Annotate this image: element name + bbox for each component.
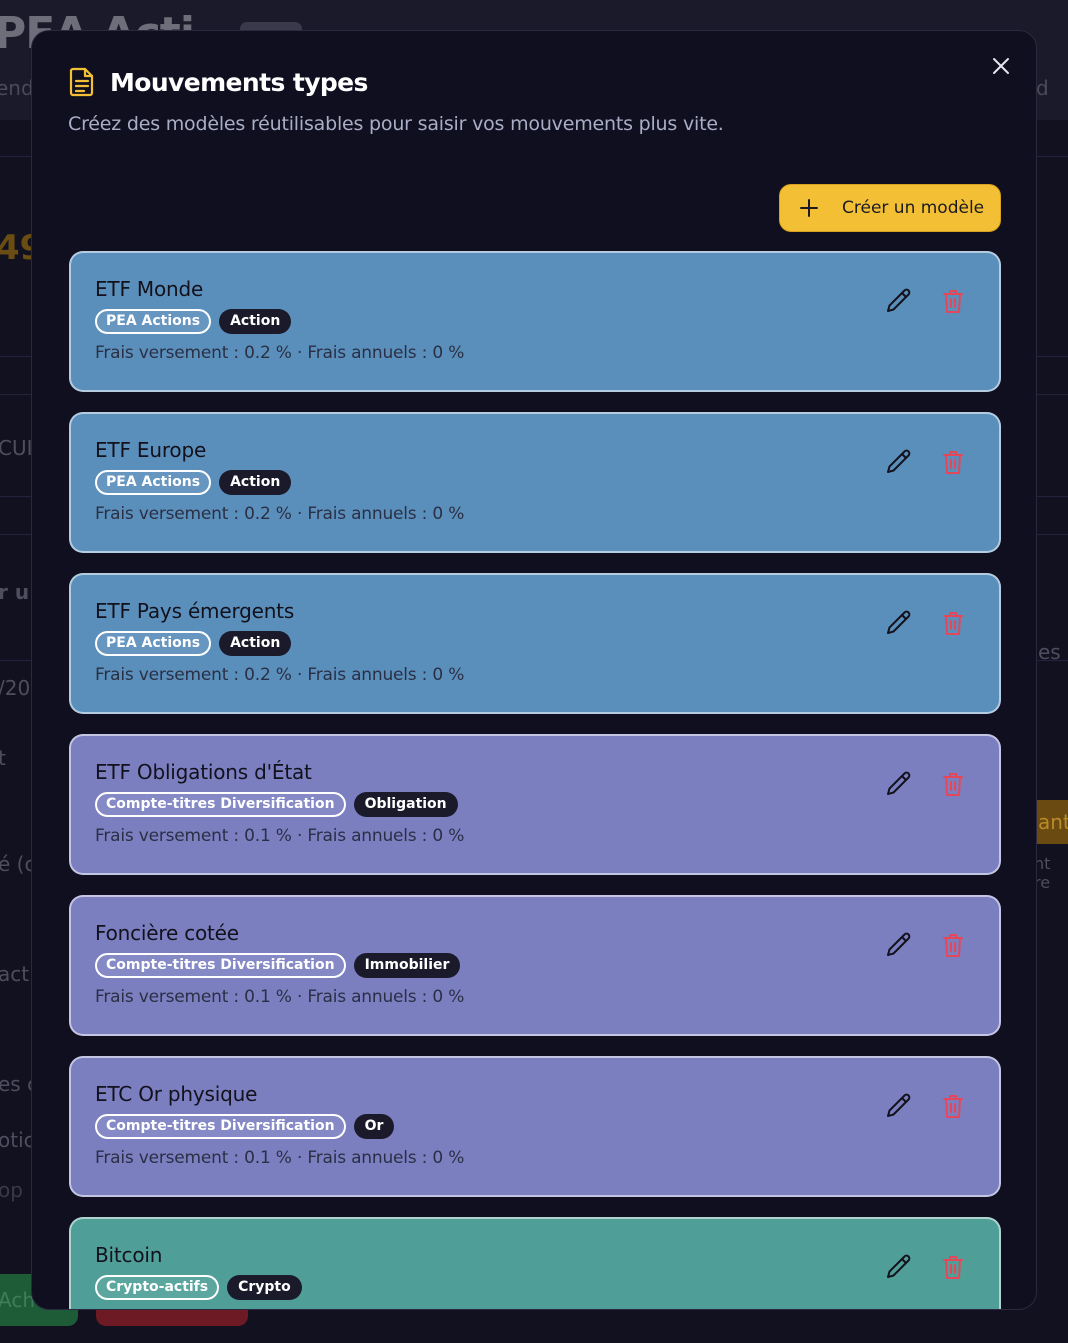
trash-icon [943,934,963,957]
template-fees: Frais versement : 0.2 % · Frais annuels … [95,665,465,685]
template-badges: Crypto-actifs Crypto [95,1275,975,1300]
pencil-icon [887,449,911,473]
template-badges: PEA Actions Action [95,631,975,656]
asset-class-badge: Immobilier [353,953,461,978]
modal-header: Mouvements types Créez des modèles réuti… [68,67,1000,136]
asset-class-badge: Obligation [353,792,458,817]
edit-button[interactable] [885,931,913,959]
account-badge: PEA Actions [95,470,212,495]
template-card: Foncière cotée Compte-titres Diversifica… [69,895,1001,1036]
background-fragment: nt re [1034,854,1051,892]
template-badges: Compte-titres Diversification Obligation [95,792,975,817]
edit-button[interactable] [885,287,913,315]
pencil-icon [887,1254,911,1278]
template-badges: Compte-titres Diversification Immobilier [95,953,975,978]
template-name: ETC Or physique [95,1082,258,1106]
trash-icon [943,1256,963,1279]
asset-class-badge: Or [353,1114,395,1139]
document-icon [68,67,96,97]
template-badges: PEA Actions Action [95,309,975,334]
account-badge: PEA Actions [95,309,212,334]
template-card: Bitcoin Crypto-actifs Crypto [69,1217,1001,1309]
background-fragment: r u [0,580,30,604]
create-template-button[interactable]: Créer un modèle [779,184,1001,232]
template-badges: Compte-titres Diversification Or [95,1114,975,1139]
trash-icon [943,773,963,796]
delete-button[interactable] [941,287,965,315]
background-subtitle: end [0,76,34,100]
delete-button[interactable] [941,448,965,476]
templates-modal: Mouvements types Créez des modèles réuti… [31,30,1037,1310]
edit-button[interactable] [885,1092,913,1120]
account-badge: Crypto-actifs [95,1275,220,1300]
asset-class-badge: Crypto [227,1275,302,1300]
edit-button[interactable] [885,448,913,476]
background-fragment: es [1038,640,1061,664]
edit-button[interactable] [885,770,913,798]
account-badge: PEA Actions [95,631,212,656]
background-subtitle-right: d [1036,76,1049,100]
template-card: ETF Monde PEA Actions Action Frais verse… [69,251,1001,392]
plus-icon [798,197,820,219]
background-fragment: otic [0,1128,35,1152]
trash-icon [943,451,963,474]
modal-title: Mouvements types [110,67,368,97]
asset-class-badge: Action [219,631,292,656]
template-fees: Frais versement : 0.1 % · Frais annuels … [95,987,465,1007]
background-fragment: ant [1038,810,1068,834]
trash-icon [943,290,963,313]
pencil-icon [887,288,911,312]
pencil-icon [887,1093,911,1117]
delete-button[interactable] [941,609,965,637]
pencil-icon [887,932,911,956]
asset-class-badge: Action [219,470,292,495]
template-name: ETF Europe [95,438,207,462]
template-name: ETF Pays émergents [95,599,295,623]
delete-button[interactable] [941,1253,965,1281]
edit-button[interactable] [885,609,913,637]
background-fragment: t [0,746,6,770]
template-name: Foncière cotée [95,921,239,945]
modal-title-row: Mouvements types [68,67,1000,97]
delete-button[interactable] [941,931,965,959]
account-badge: Compte-titres Diversification [95,792,346,817]
background-fragment: /20 [0,676,31,700]
delete-button[interactable] [941,1092,965,1120]
background-fragment: CUI [0,436,33,460]
close-button[interactable] [990,55,1012,77]
account-badge: Compte-titres Diversification [95,1114,346,1139]
template-fees: Frais versement : 0.1 % · Frais annuels … [95,1148,465,1168]
asset-class-badge: Action [219,309,292,334]
template-card: ETF Obligations d'État Compte-titres Div… [69,734,1001,875]
background-fragment: op [0,1178,23,1202]
close-icon [993,58,1009,74]
template-card: ETC Or physique Compte-titres Diversific… [69,1056,1001,1197]
template-name: ETF Monde [95,277,204,301]
template-card: ETF Europe PEA Actions Action Frais vers… [69,412,1001,553]
template-name: Bitcoin [95,1243,163,1267]
pencil-icon [887,610,911,634]
modal-subtitle: Créez des modèles réutilisables pour sai… [68,113,724,135]
template-fees: Frais versement : 0.2 % · Frais annuels … [95,343,465,363]
background-fragment: acti [0,962,35,986]
pencil-icon [887,771,911,795]
template-card: ETF Pays émergents PEA Actions Action Fr… [69,573,1001,714]
trash-icon [943,612,963,635]
template-name: ETF Obligations d'État [95,760,312,784]
account-badge: Compte-titres Diversification [95,953,346,978]
template-fees: Frais versement : 0.2 % · Frais annuels … [95,504,465,524]
template-badges: PEA Actions Action [95,470,975,495]
background-fragment: Ach [0,1288,36,1312]
template-fees: Frais versement : 0.1 % · Frais annuels … [95,826,465,846]
template-list: ETF Monde PEA Actions Action Frais verse… [69,251,1001,1309]
edit-button[interactable] [885,1253,913,1281]
create-template-label: Créer un modèle [842,198,985,218]
delete-button[interactable] [941,770,965,798]
trash-icon [943,1095,963,1118]
